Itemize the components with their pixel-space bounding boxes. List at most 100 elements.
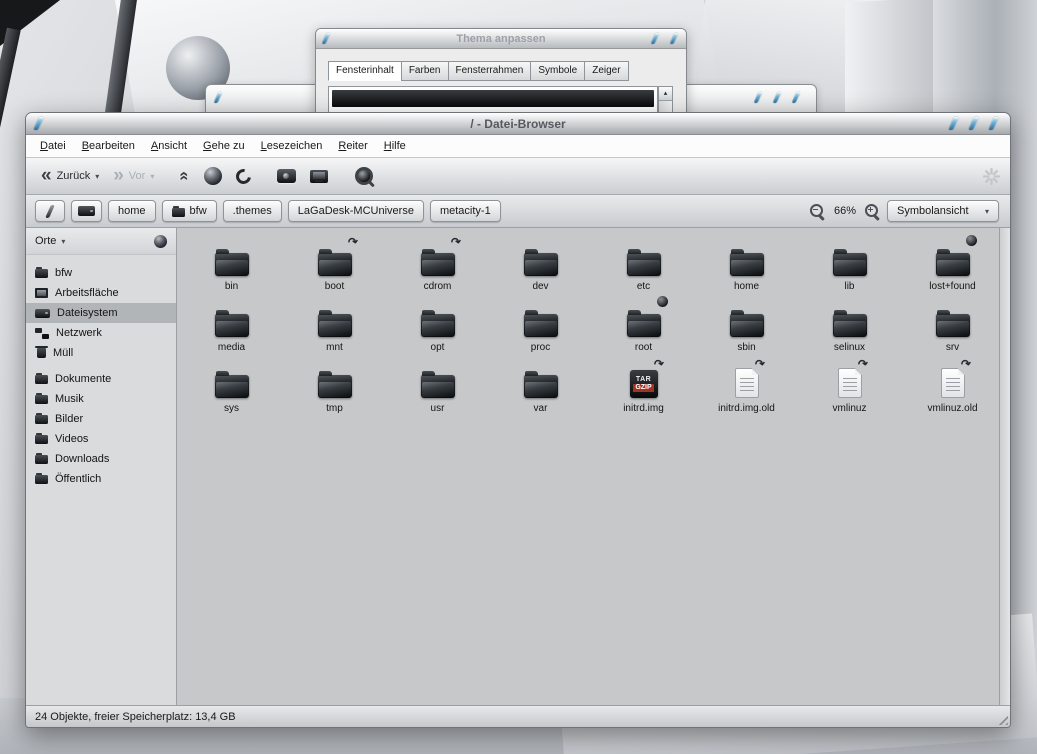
- stop-button[interactable]: [199, 164, 227, 188]
- tab-symbole[interactable]: Symbole: [530, 61, 585, 81]
- menu-item-reiter[interactable]: Reiter: [330, 137, 375, 155]
- drive-icon: [35, 308, 50, 318]
- file-selinux[interactable]: selinux: [798, 301, 901, 362]
- selected-theme-row[interactable]: [332, 90, 654, 107]
- search-button[interactable]: [349, 163, 380, 189]
- path-button-home[interactable]: home: [108, 200, 156, 222]
- file-var[interactable]: var: [489, 362, 592, 423]
- menu-item-lesezeichen[interactable]: Lesezeichen: [253, 137, 331, 155]
- file-root[interactable]: root: [592, 296, 695, 362]
- menu-item-gehe-zu[interactable]: Gehe zu: [195, 137, 253, 155]
- sidebar-item-dokumente[interactable]: Dokumente: [26, 369, 176, 389]
- file-boot[interactable]: ↷ boot: [283, 234, 386, 301]
- home-button[interactable]: [272, 166, 301, 186]
- forward-button[interactable]: » Vor ▾: [108, 166, 159, 186]
- file-dev[interactable]: dev: [489, 240, 592, 301]
- sidebar-item-arbeitsfl-che[interactable]: Arbeitsfläche: [26, 283, 176, 303]
- scroll-up-button[interactable]: ▴: [659, 87, 672, 101]
- places-header[interactable]: Orte ▾: [26, 228, 176, 255]
- path-button-lagadesk-mcuniverse[interactable]: LaGaDesk-MCUniverse: [287, 200, 424, 222]
- file-media[interactable]: media: [180, 301, 283, 362]
- sidebar-item-downloads[interactable]: Downloads: [26, 449, 176, 469]
- file-lost-found[interactable]: lost+found: [901, 235, 1004, 301]
- sidebar-item-m-ll[interactable]: Müll: [26, 343, 176, 363]
- file-bin[interactable]: bin: [180, 240, 283, 301]
- file-label: srv: [945, 342, 960, 353]
- back-dropdown-caret[interactable]: ▾: [95, 172, 99, 181]
- file-usr[interactable]: usr: [386, 362, 489, 423]
- file-lib[interactable]: lib: [798, 240, 901, 301]
- file-opt[interactable]: opt: [386, 301, 489, 362]
- menu-item-bearbeiten[interactable]: Bearbeiten: [74, 137, 143, 155]
- menu-item-ansicht[interactable]: Ansicht: [143, 137, 195, 155]
- places-caret[interactable]: ▾: [61, 237, 65, 246]
- file-sys[interactable]: sys: [180, 362, 283, 423]
- reload-button[interactable]: [231, 165, 256, 187]
- path-button-metacity-1[interactable]: metacity-1: [429, 200, 501, 222]
- up-button[interactable]: «: [175, 166, 196, 186]
- sidebar-item-ffentlich[interactable]: Öffentlich: [26, 469, 176, 489]
- file-vmlinuz[interactable]: ↷ vmlinuz: [798, 356, 901, 423]
- file-vmlinuz-old[interactable]: ↷ vmlinuz.old: [901, 356, 1004, 423]
- minimize-button[interactable]: [753, 92, 763, 103]
- path-button-themes[interactable]: .themes: [222, 200, 282, 222]
- file-proc[interactable]: proc: [489, 301, 592, 362]
- file-initrd-img[interactable]: TAR GZIP ↷ initrd.img: [592, 356, 695, 423]
- maximize-button[interactable]: [772, 92, 782, 103]
- menu-item-datei[interactable]: Datei: [32, 137, 74, 155]
- sidebar-item-musik[interactable]: Musik: [26, 389, 176, 409]
- title-bar[interactable]: Thema anpassen: [316, 29, 686, 49]
- file-initrd-img-old[interactable]: ↷ initrd.img.old: [695, 356, 798, 423]
- sidebar-item-dateisystem[interactable]: Dateisystem: [26, 303, 176, 323]
- view-mode-select[interactable]: Symbolansicht ▾: [887, 200, 999, 222]
- file-area[interactable]: bin ↷ boot ↷ cdrom dev etc home lib lost+found med…: [177, 228, 1010, 705]
- maximize-button[interactable]: [968, 117, 979, 130]
- menu-item-hilfe[interactable]: Hilfe: [376, 137, 414, 155]
- file-tmp[interactable]: tmp: [283, 362, 386, 423]
- network-icon: [35, 327, 49, 339]
- scrollbar[interactable]: [999, 228, 1010, 705]
- sidebar-item-bilder[interactable]: Bilder: [26, 409, 176, 429]
- file-etc[interactable]: etc: [592, 240, 695, 301]
- folder-icon: [832, 249, 867, 276]
- file-label: media: [217, 342, 246, 353]
- close-button[interactable]: [791, 92, 801, 103]
- title-bar[interactable]: / - Datei-Browser: [26, 113, 1010, 135]
- file-home[interactable]: home: [695, 240, 798, 301]
- filesystem-root-button[interactable]: [71, 200, 102, 222]
- globe-icon[interactable]: [154, 234, 167, 248]
- window-menu-button[interactable]: [213, 92, 223, 103]
- sidebar-item-bfw[interactable]: bfw: [26, 263, 176, 283]
- back-label: Zurück: [56, 170, 91, 182]
- tab-fensterinhalt[interactable]: Fensterinhalt: [328, 61, 401, 81]
- edit-location-button[interactable]: [35, 200, 65, 222]
- file-sbin[interactable]: sbin: [695, 301, 798, 362]
- zoom-in-icon[interactable]: [864, 203, 881, 220]
- sidebar-item-label: bfw: [55, 267, 73, 279]
- tab-zeiger[interactable]: Zeiger: [584, 61, 629, 81]
- file-mnt[interactable]: mnt: [283, 301, 386, 362]
- computer-button[interactable]: [305, 167, 333, 186]
- file-label: initrd.img.old: [718, 403, 775, 414]
- sidebar-item-label: Netzwerk: [56, 327, 102, 339]
- sidebar-item-videos[interactable]: Videos: [26, 429, 176, 449]
- back-button[interactable]: « Zurück ▾: [36, 166, 104, 186]
- toolbar: « Zurück ▾ » Vor ▾ «: [26, 158, 1010, 195]
- tab-farben[interactable]: Farben: [400, 61, 448, 81]
- file-label: vmlinuz: [832, 403, 867, 414]
- path-buttons: home bfw .themes LaGaDesk-MCUniverse metacit…: [108, 200, 501, 222]
- up-icon: «: [176, 171, 196, 181]
- sidebar-item-label: Arbeitsfläche: [55, 287, 119, 299]
- link-emblem-icon: ↷: [450, 234, 463, 250]
- file-cdrom[interactable]: ↷ cdrom: [386, 234, 489, 301]
- zoom-out-icon[interactable]: [809, 203, 826, 220]
- resize-grip[interactable]: [995, 712, 1008, 725]
- tab-fensterrahmen[interactable]: Fensterrahmen: [447, 61, 531, 81]
- status-bar: 24 Objekte, freier Speicherplatz: 13,4 G…: [26, 705, 1010, 727]
- locked-emblem-icon: [965, 235, 977, 246]
- document-icon: [734, 368, 759, 398]
- sidebar-item-netzwerk[interactable]: Netzwerk: [26, 323, 176, 343]
- path-button-bfw[interactable]: bfw: [161, 200, 217, 222]
- file-srv[interactable]: srv: [901, 301, 1004, 362]
- forward-dropdown-caret[interactable]: ▾: [150, 172, 154, 181]
